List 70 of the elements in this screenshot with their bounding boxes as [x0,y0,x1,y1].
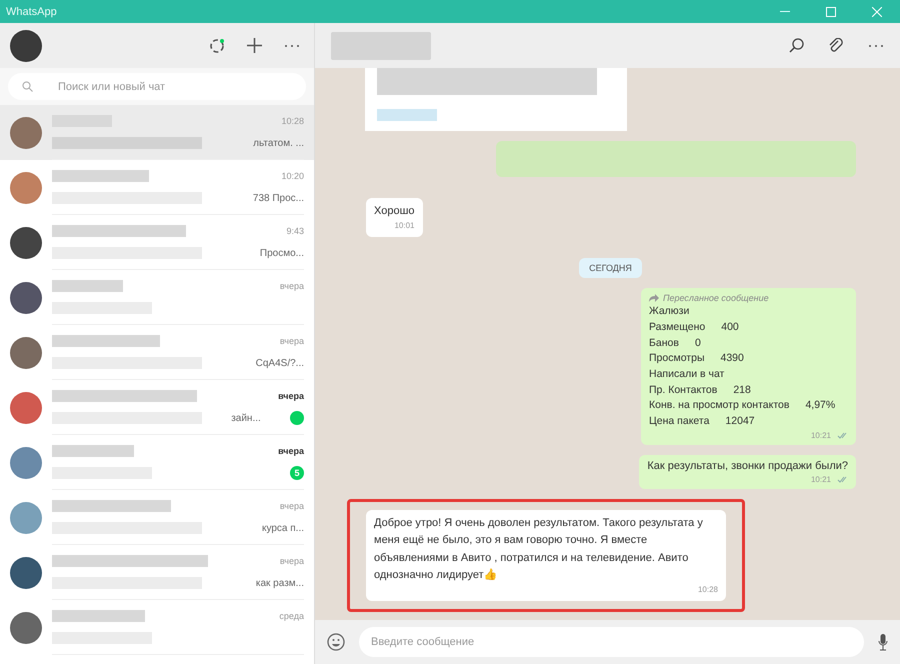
chat-row[interactable]: 10:28 льтатом. ... [0,105,314,160]
message-value: 0 [694,336,701,350]
date-chip: СЕГОДНЯ [579,258,642,278]
microphone-icon[interactable] [878,633,888,651]
avatar [10,172,42,204]
forwarded-label: Пересланное сообщение [649,293,848,304]
emoji-icon[interactable] [327,633,345,651]
forward-icon [649,294,659,302]
chat-preview: льтатом. ... [253,138,304,148]
status-icon[interactable] [209,38,225,54]
window-title: WhatsApp [6,6,57,18]
message-text: Жалюзи [649,305,690,319]
double-check-icon [837,432,848,439]
message-text: Конв. на просмотр контактов [649,399,790,413]
avatar [10,612,42,644]
message-text: Пр. Контактов [649,384,718,398]
avatar [10,392,42,424]
double-check-icon [837,476,848,483]
message-value: 12047 [725,414,755,428]
chat-time: среда [279,611,304,621]
chat-time: 10:28 [281,116,304,126]
message-text: Размещено [649,320,706,335]
chat-time: вчера [280,501,304,511]
chat-time: 9:43 [286,226,304,236]
chat-preview: курса п... [262,522,304,534]
message-time: 10:21 [810,431,831,440]
avatar [10,502,42,534]
profile-avatar[interactable] [10,30,42,62]
chat-time: вчера [280,281,304,291]
avatar [10,556,42,588]
chat-time: вчера [278,446,304,456]
message-text: Банов [649,336,679,350]
chat-time: вчера [280,556,304,566]
menu-icon[interactable] [868,44,884,48]
search-icon [22,81,33,92]
unread-dot [290,411,304,425]
blurred-text [52,280,123,292]
avatar [10,282,42,314]
new-chat-icon[interactable] [247,38,262,53]
message-input[interactable]: Введите сообщение [359,627,864,657]
avatar [10,446,42,478]
message-text: Просмотры [649,352,704,366]
unread-badge: 5 [290,466,304,480]
message-time: 10:01 [394,220,415,232]
message-text: Доброе утро! Я очень доволен результатом. Такого результата у меня ещё не было, это я вам говорю точно. Я вместе объявлениями в Авито , потратился и на телевидение. Авито однозначно лидирует👍 [374,516,704,583]
message-value: 400 [721,320,739,335]
chat-preview: 738 Прос... [252,192,304,204]
chat-preview: зайн... [231,412,261,424]
message-time: 10:28 [698,584,718,596]
message-value: 4,97% [805,399,836,413]
paperclip-icon[interactable] [828,38,844,54]
chat-time: 10:20 [281,171,304,181]
message-value: 4390 [720,352,744,366]
message-text: Как результаты, звонки продажи были? [647,460,848,472]
chat-preview: как разм... [256,578,304,588]
menu-icon[interactable] [284,44,300,48]
chat-preview: Просмо... [260,248,304,258]
avatar [10,226,42,258]
message-value: 218 [733,384,751,398]
avatar [10,116,42,148]
search-icon[interactable] [789,38,804,53]
message-text: Написали в чат [649,368,724,382]
message-text: Хорошо [374,204,415,219]
chat-preview: CqA4S/?... [256,358,304,368]
message-time: 10:21 [810,475,831,484]
message-text: Цена пакета [649,414,710,428]
chat-time: вчера [280,336,304,346]
avatar [10,336,42,368]
search-field[interactable]: Поиск или новый чат [8,73,306,100]
chat-time: вчера [278,391,304,401]
